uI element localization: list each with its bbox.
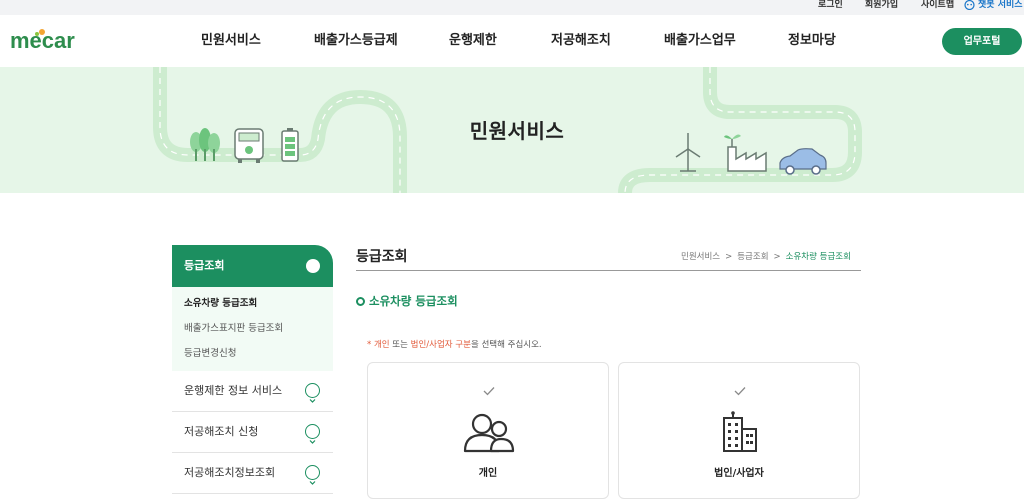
hero-title: 민원서비스	[469, 119, 565, 143]
sitemap-link[interactable]: 사이트맵	[921, 0, 954, 15]
individual-card-label: 개인	[478, 468, 498, 479]
breadcrumb-separator: >	[725, 252, 733, 262]
chevron-down-icon	[305, 465, 320, 485]
building-icon	[723, 411, 757, 452]
section-title-text: 소유차량 등급조회	[369, 294, 458, 308]
notice-star: *	[367, 340, 372, 350]
notice-text: 또는	[389, 340, 411, 350]
check-icon	[483, 387, 495, 396]
chatbot-service-link[interactable]: 챗봇 서비스	[964, 0, 1023, 15]
work-portal-button[interactable]: 업무포털	[942, 28, 1022, 55]
side-submenu: 소유차량 등급조회 배출가스표지판 등급조회 등급변경신청	[172, 287, 333, 371]
notice-individual: 개인	[373, 340, 390, 350]
sidebar-item-label: 저공해조치 신청	[184, 425, 259, 438]
hero-banner: 민원서비스	[0, 67, 1024, 193]
side-menu-active-label: 등급조회	[184, 259, 225, 272]
section-title: 소유차량 등급조회	[356, 293, 458, 309]
chevron-up-icon[interactable]	[306, 259, 320, 278]
submenu-emission-sign-grade[interactable]: 배출가스표지판 등급조회	[184, 320, 333, 345]
notice-text: 을 선택해 주십시오.	[470, 340, 542, 350]
chevron-down-icon	[305, 383, 320, 403]
nav-info[interactable]: 정보마당	[788, 15, 836, 67]
sidebar-item-label: 저공해조치정보조회	[184, 466, 276, 479]
notice-corporate: 법인/사업자 구분	[410, 340, 471, 350]
check-icon	[734, 387, 746, 396]
selection-notice: * 개인 또는 법인/사업자 구분을 선택해 주십시오.	[367, 338, 542, 350]
corporate-card[interactable]: 법인/사업자	[618, 362, 860, 499]
nav-emission-grade[interactable]: 배출가스등급제	[314, 15, 398, 67]
people-icon	[463, 413, 515, 453]
corporate-card-label: 법인/사업자	[714, 468, 764, 479]
chatbot-icon	[964, 0, 975, 10]
breadcrumb-item[interactable]: 등급조회	[737, 252, 768, 262]
side-menu: 등급조회 소유차량 등급조회 배출가스표지판 등급조회 등급변경신청 운행제한 …	[172, 245, 333, 494]
top-utility-bar: 로그인 회원가입 사이트맵 챗봇 서비스	[0, 0, 1024, 15]
submenu-owned-vehicle-grade[interactable]: 소유차량 등급조회	[184, 295, 333, 320]
signup-link[interactable]: 회원가입	[865, 0, 898, 15]
sidebar-item-low-emission-request[interactable]: 저공해조치 신청	[172, 412, 333, 453]
main-header: mecar 민원서비스 배출가스등급제 운행제한 저공해조치 배출가스업무 정보…	[0, 15, 1024, 67]
mecar-logo[interactable]: mecar	[10, 28, 96, 54]
sidebar-item-operation-limit[interactable]: 운행제한 정보 서비스	[172, 371, 333, 412]
breadcrumb: 민원서비스 > 등급조회 > 소유차량 등급조회	[681, 250, 851, 262]
nav-civil-service[interactable]: 민원서비스	[201, 15, 261, 67]
breadcrumb-current: 소유차량 등급조회	[785, 252, 851, 262]
breadcrumb-separator: >	[773, 252, 781, 262]
side-menu-active-section[interactable]: 등급조회	[172, 245, 333, 287]
nav-low-emission[interactable]: 저공해조치	[551, 15, 611, 67]
page-title: 등급조회	[356, 249, 408, 265]
chevron-down-icon	[305, 424, 320, 444]
title-divider	[356, 270, 861, 271]
nav-emission-work[interactable]: 배출가스업무	[664, 15, 736, 67]
individual-card[interactable]: 개인	[367, 362, 609, 499]
breadcrumb-item[interactable]: 민원서비스	[681, 252, 720, 262]
sidebar-item-label: 운행제한 정보 서비스	[184, 384, 283, 397]
submenu-grade-change-request[interactable]: 등급변경신청	[184, 345, 333, 370]
login-link[interactable]: 로그인	[818, 0, 843, 15]
bullet-icon	[356, 296, 365, 306]
nav-operation-limit[interactable]: 운행제한	[449, 15, 497, 67]
chatbot-label: 챗봇 서비스	[978, 0, 1023, 10]
sidebar-item-low-emission-info[interactable]: 저공해조치정보조회	[172, 453, 333, 494]
